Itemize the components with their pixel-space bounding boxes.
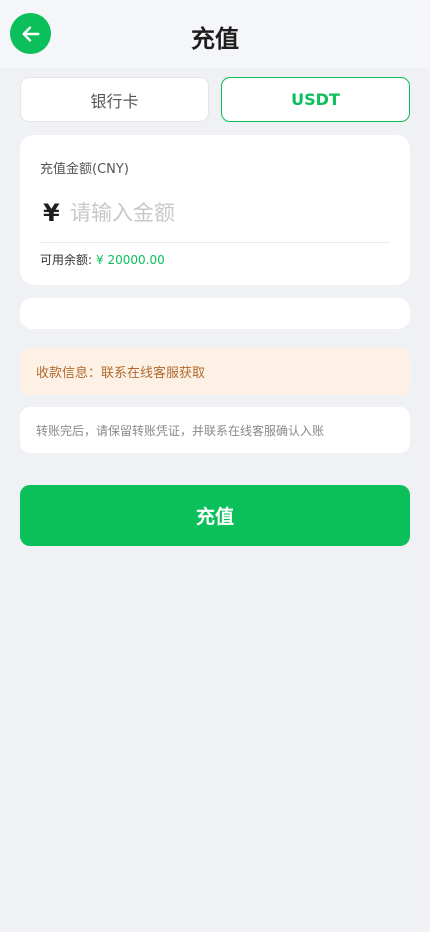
transfer-note: 转账完后，请保留转账凭证，并联系在线客服确认入账 xyxy=(20,407,410,453)
divider xyxy=(40,242,390,243)
header-bar: 充值 xyxy=(0,0,430,68)
recharge-page: 充值 银行卡 USDT 充值金额(CNY) ¥ 可用余额:¥ 20000.00 … xyxy=(0,0,430,932)
transfer-note-text: 转账完后，请保留转账凭证，并联系在线客服确认入账 xyxy=(36,423,325,438)
empty-field-card xyxy=(20,298,410,329)
amount-input[interactable] xyxy=(70,195,380,231)
currency-symbol: ¥ xyxy=(43,199,60,227)
amount-card: 充值金额(CNY) ¥ 可用余额:¥ 20000.00 xyxy=(20,135,410,285)
payee-info-banner: 收款信息：联系在线客服获取 xyxy=(20,348,410,395)
balance-row: 可用余额: ¥ 20000.00 xyxy=(40,251,165,268)
recharge-submit-button[interactable]: 充值 xyxy=(20,485,410,546)
balance-label: 可用余额: xyxy=(40,253,93,267)
balance-value: ¥ 20000.00 xyxy=(96,253,165,267)
tab-usdt[interactable]: USDT xyxy=(221,77,410,122)
payment-method-tabs: 银行卡 USDT xyxy=(20,77,410,122)
payee-info-text: 收款信息：联系在线客服获取 xyxy=(36,366,206,381)
tab-bank-card[interactable]: 银行卡 xyxy=(20,77,209,122)
page-title: 充值 xyxy=(191,25,239,53)
amount-label: 充值金额(CNY) xyxy=(40,162,129,177)
